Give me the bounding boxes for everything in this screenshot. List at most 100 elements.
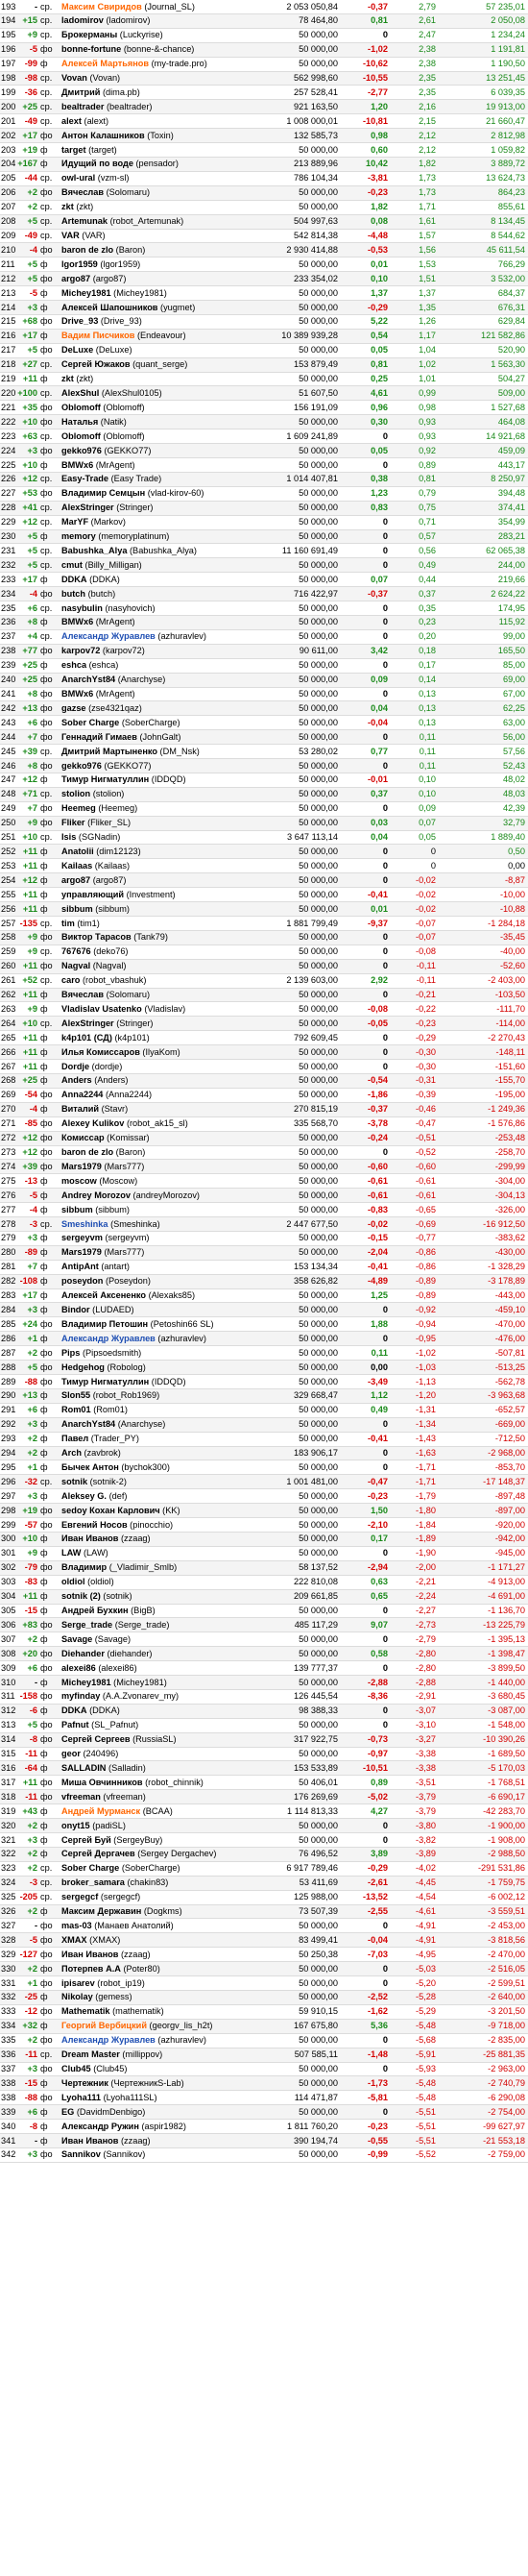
participant-cell[interactable]: Максим Свиридов (Journal_SL)	[60, 0, 263, 13]
participant-cell[interactable]: lgor1959 (lgor1959)	[60, 258, 263, 271]
participant-cell[interactable]: Anatolii (dim12123)	[60, 845, 263, 858]
participant-name-link[interactable]: Дмитрий	[61, 87, 100, 97]
participant-name-link[interactable]: Миша Овчинников	[61, 1778, 143, 1787]
participant-name-link[interactable]: argo87	[61, 274, 90, 283]
participant-name-link[interactable]: Наталья	[61, 417, 98, 427]
participant-cell[interactable]: tim (tim1)	[60, 917, 263, 930]
participant-name-link[interactable]: Виталий	[61, 1104, 99, 1114]
participant-name-link[interactable]: MarYF	[61, 517, 88, 527]
participant-name-link[interactable]: Сергей Южаков	[61, 359, 131, 369]
participant-name-link[interactable]: EG	[61, 2107, 74, 2117]
participant-name-link[interactable]: DDKA	[61, 1705, 87, 1715]
participant-name-link[interactable]: Вадим Писчиков	[61, 331, 134, 340]
participant-name-link[interactable]: owl-ural	[61, 173, 95, 183]
participant-cell[interactable]: owl-ural (vzm-sl)	[60, 172, 263, 185]
participant-name-link[interactable]: alexei86	[61, 1663, 96, 1673]
participant-name-link[interactable]: AlexShul	[61, 388, 99, 398]
participant-name-link[interactable]: memory	[61, 531, 96, 541]
participant-name-link[interactable]: ladomirov	[61, 15, 104, 25]
participant-name-link[interactable]: Kailaas	[61, 861, 92, 871]
participant-name-link[interactable]: Дмитрий Мартыненко	[61, 747, 157, 756]
participant-name-link[interactable]: DeLuxe	[61, 345, 93, 355]
participant-name-link[interactable]: gekko976	[61, 761, 102, 771]
participant-cell[interactable]: cmut (Billy_Milligan)	[60, 558, 263, 572]
participant-cell[interactable]: sergegcf (sergegcf)	[60, 1891, 263, 1904]
participant-cell[interactable]: Anders (Anders)	[60, 1074, 263, 1088]
participant-name-link[interactable]: Павел	[61, 1434, 88, 1443]
participant-name-link[interactable]: BMWx6	[61, 460, 93, 470]
participant-cell[interactable]: moscow (Moscow)	[60, 1174, 263, 1188]
participant-cell[interactable]: DDKA (DDKA)	[60, 1705, 263, 1718]
participant-name-link[interactable]: target	[61, 145, 86, 155]
participant-cell[interactable]: SALLADIN (Salladin)	[60, 1761, 263, 1775]
participant-cell[interactable]: Илья Комиссаров (IlyaKom)	[60, 1045, 263, 1059]
participant-cell[interactable]: Lyoha111 (Lyoha111SL)	[60, 2091, 263, 2104]
participant-cell[interactable]: Slon55 (robot_Rob1969)	[60, 1389, 263, 1403]
participant-name-link[interactable]: Nikolay	[61, 1992, 93, 2001]
participant-name-link[interactable]: poseydon	[61, 1276, 103, 1286]
participant-name-link[interactable]: k4p101 (СД)	[61, 1033, 112, 1043]
participant-cell[interactable]: Isis (SGNadin)	[60, 831, 263, 845]
participant-cell[interactable]: Aleksey G. (def)	[60, 1489, 263, 1503]
participant-cell[interactable]: zkt (zkt)	[60, 373, 263, 386]
participant-cell[interactable]: Pips (Pipsoedsmith)	[60, 1346, 263, 1360]
participant-name-link[interactable]: sergegcf	[61, 1892, 98, 1901]
participant-cell[interactable]: Брокерманы (Luckyrise)	[60, 29, 263, 42]
participant-cell[interactable]: bonne-fortune (bonne-&-chance)	[60, 43, 263, 57]
participant-name-link[interactable]: sotnik	[61, 1477, 87, 1486]
participant-name-link[interactable]: Babushka_Alya	[61, 546, 127, 555]
participant-cell[interactable]: Mars1979 (Mars777)	[60, 1160, 263, 1173]
participant-name-link[interactable]: geor	[61, 1749, 81, 1758]
participant-cell[interactable]: Александр Журавлев (azhuravlev)	[60, 1332, 263, 1345]
participant-name-link[interactable]: Anna2244	[61, 1090, 103, 1099]
participant-cell[interactable]: gazse (zse4321qaz)	[60, 701, 263, 715]
participant-cell[interactable]: EG (DavidmDenbigo)	[60, 2105, 263, 2119]
participant-cell[interactable]: mas-03 (Манаев Анатолий)	[60, 1919, 263, 1932]
participant-name-link[interactable]: Pips	[61, 1348, 80, 1358]
participant-name-link[interactable]: Anders	[61, 1075, 92, 1085]
participant-name-link[interactable]: Dream Master	[61, 2049, 120, 2059]
participant-name-link[interactable]: Сергей Сергеев	[61, 1734, 131, 1744]
participant-cell[interactable]: ladomirov (ladomirov)	[60, 14, 263, 28]
participant-cell[interactable]: Андрей Бухкин (BigB)	[60, 1605, 263, 1618]
participant-name-link[interactable]: sotnik (2)	[61, 1591, 101, 1601]
participant-name-link[interactable]: Чертежник	[61, 2078, 108, 2088]
participant-name-link[interactable]: Bindor	[61, 1305, 90, 1314]
participant-name-link[interactable]: XMAX	[61, 1935, 87, 1945]
participant-cell[interactable]: Павел (Trader_PY)	[60, 1433, 263, 1446]
participant-name-link[interactable]: stolion	[61, 789, 90, 798]
participant-cell[interactable]: Sober Charge (SoberCharge)	[60, 1862, 263, 1876]
participant-name-link[interactable]: SALLADIN	[61, 1763, 106, 1773]
participant-cell[interactable]: Mars1979 (Mars777)	[60, 1246, 263, 1260]
participant-name-link[interactable]: tim	[61, 919, 75, 928]
participant-cell[interactable]: Heemeg (Heemeg)	[60, 802, 263, 816]
participant-cell[interactable]: Виталий (Stavr)	[60, 1103, 263, 1116]
participant-cell[interactable]: Drive_93 (Drive_93)	[60, 315, 263, 329]
participant-name-link[interactable]: baron de zlo	[61, 245, 113, 255]
participant-cell[interactable]: AlexShul (AlexShul0105)	[60, 386, 263, 400]
participant-cell[interactable]: oldiol (oldiol)	[60, 1576, 263, 1589]
participant-name-link[interactable]: gekko976	[61, 446, 102, 455]
participant-cell[interactable]: XMAX (XMAX)	[60, 1933, 263, 1947]
participant-cell[interactable]: Nikolay (gemess)	[60, 1991, 263, 2004]
participant-cell[interactable]: Владимир Петошин (Petoshin66 SL)	[60, 1317, 263, 1331]
participant-name-link[interactable]: AnarchYst84	[61, 1419, 115, 1429]
participant-cell[interactable]: caro (robot_vbashuk)	[60, 974, 263, 988]
participant-name-link[interactable]: oldiol	[61, 1577, 85, 1586]
participant-name-link[interactable]: Isis	[61, 832, 76, 842]
participant-name-link[interactable]: nasybulin	[61, 603, 103, 613]
participant-cell[interactable]: onyt15 (padiSL)	[60, 1819, 263, 1832]
participant-name-link[interactable]: Александр Журавлев	[61, 631, 156, 641]
participant-cell[interactable]: AnarchYst84 (Anarchyse)	[60, 1418, 263, 1432]
participant-name-link[interactable]: Club45	[61, 2064, 91, 2073]
participant-cell[interactable]: Владимир Семцын (vlad-kirov-60)	[60, 487, 263, 501]
participant-cell[interactable]: Pafnut (SL_Pafnut)	[60, 1719, 263, 1732]
participant-cell[interactable]: Миша Овчинников (robot_chinnik)	[60, 1776, 263, 1789]
participant-cell[interactable]: Евгений Носов (pinocchio)	[60, 1518, 263, 1532]
participant-cell[interactable]: vfreeman (vfreeman)	[60, 1790, 263, 1803]
participant-cell[interactable]: Вадим Писчиков (Endeavour)	[60, 330, 263, 343]
participant-name-link[interactable]: AlexStringer	[61, 503, 114, 512]
participant-name-link[interactable]: Потерпев А.А	[61, 1964, 121, 1974]
participant-name-link[interactable]: Владимир	[61, 1562, 107, 1572]
participant-cell[interactable]: zkt (zkt)	[60, 201, 263, 214]
